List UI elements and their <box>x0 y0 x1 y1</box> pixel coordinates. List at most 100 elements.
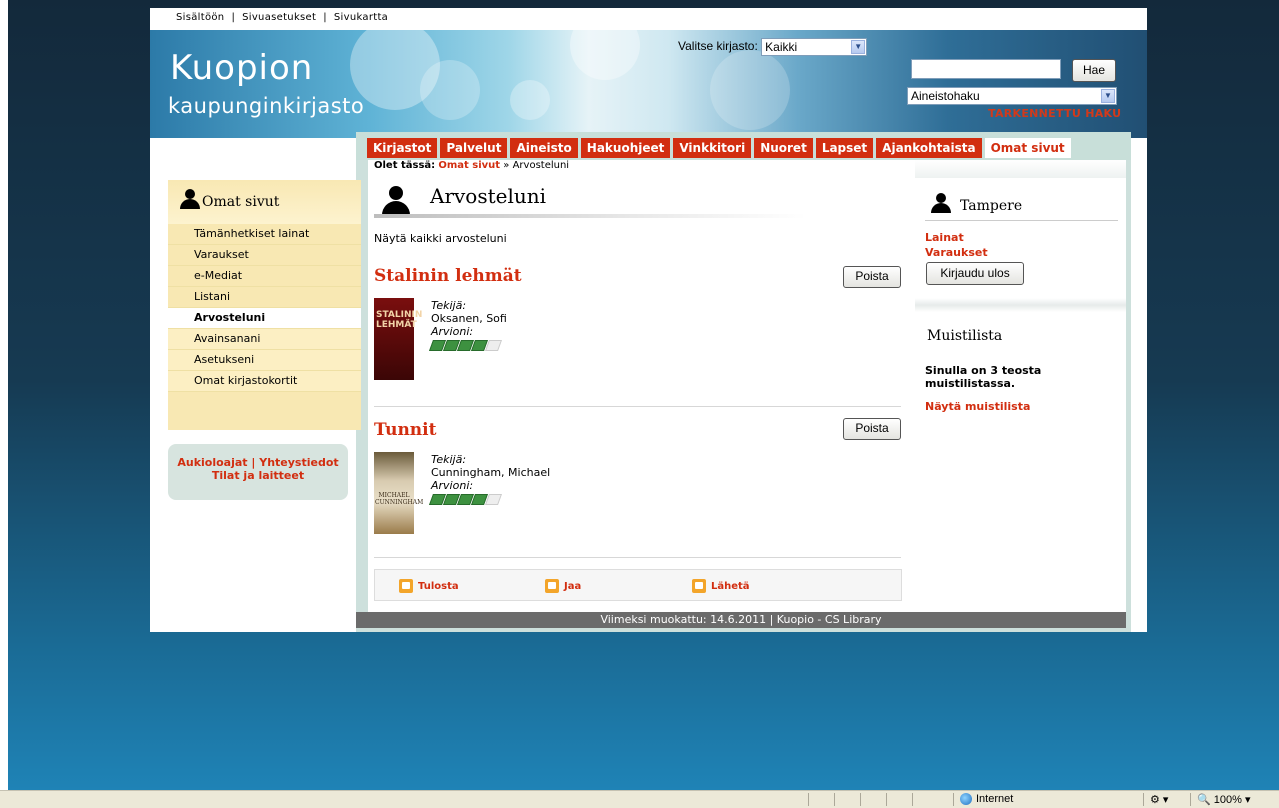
nav-aineisto[interactable]: Aineisto <box>510 138 578 158</box>
info-box: Aukioloajat | Yhteystiedot Tilat ja lait… <box>168 444 348 500</box>
nav-kirjastot[interactable]: Kirjastot <box>367 138 438 158</box>
sidebar-menu: Tämänhetkiset lainat Varaukset e-Mediat … <box>168 224 361 392</box>
page-title-box: Arvosteluni <box>374 180 806 220</box>
zoom-value: 100% <box>1213 794 1242 806</box>
window-edge <box>0 0 8 790</box>
nav-nuoret[interactable]: Nuoret <box>754 138 813 158</box>
review-item: Stalinin lehmät Poista STALININ LEHMÄT T… <box>374 266 901 386</box>
zoom-control[interactable]: 🔍 100% ▾ <box>1190 793 1277 806</box>
star-empty-icon <box>484 494 503 505</box>
book-cover-text: STALININ LEHMÄT <box>376 310 423 330</box>
review-divider <box>374 406 901 407</box>
print-label: Tulosta <box>418 581 459 592</box>
nav-ajankohtaista[interactable]: Ajankohtaista <box>876 138 982 158</box>
top-links: Sisältöön | Sivuasetukset | Sivukartta <box>176 12 389 23</box>
send-action[interactable]: Lähetä <box>692 579 750 593</box>
author-label: Tekijä: <box>431 299 467 312</box>
rating-label: Arvioni: <box>431 479 474 492</box>
delete-review-button[interactable]: Poista <box>843 266 901 288</box>
share-action[interactable]: Jaa <box>545 579 581 593</box>
protected-mode-icon: ⚙ ▾ <box>1150 794 1169 806</box>
zone-label: Internet <box>976 793 1014 805</box>
review-divider <box>374 557 901 558</box>
sidebar-item-reservations[interactable]: Varaukset <box>168 245 361 266</box>
toplink-settings[interactable]: Sivuasetukset <box>242 12 316 23</box>
logo-line1[interactable]: Kuopion <box>170 48 313 88</box>
nav-omat-sivut[interactable]: Omat sivut <box>984 138 1071 158</box>
nav-vinkkitori[interactable]: Vinkkitori <box>673 138 752 158</box>
breadcrumb-link[interactable]: Omat sivut <box>438 160 500 171</box>
send-label: Lähetä <box>711 581 750 592</box>
sidebar-item-library-cards[interactable]: Omat kirjastokortit <box>168 371 361 392</box>
user-name: Tampere <box>960 198 1023 214</box>
sidebar-item-lists[interactable]: Listani <box>168 287 361 308</box>
library-selector: Valitse kirjasto: Kaikki ▼ <box>678 38 868 56</box>
search-type-select[interactable]: Aineistohaku ▼ <box>907 87 1117 105</box>
reservations-link[interactable]: Varaukset <box>925 246 988 259</box>
toplink-sitemap[interactable]: Sivukartta <box>334 12 388 23</box>
main-nav: Kirjastot Palvelut Aineisto Hakuohjeet V… <box>367 138 1071 158</box>
book-cover-text: MICHAEL CUNNINGHAM <box>375 492 424 506</box>
sidebar-header: Omat sivut <box>168 180 361 224</box>
status-cell <box>912 793 953 806</box>
loans-link[interactable]: Lainat <box>925 231 964 244</box>
memo-link[interactable]: Näytä muistilista <box>925 400 1030 413</box>
book-cover[interactable]: MICHAEL CUNNINGHAM <box>374 452 424 534</box>
nav-palvelut[interactable]: Palvelut <box>440 138 508 158</box>
search-button[interactable]: Hae <box>1072 59 1116 82</box>
breadcrumb-separator: » <box>503 160 510 171</box>
show-all-reviews-link[interactable]: Näytä kaikki arvosteluni <box>374 232 507 245</box>
memo-title: Muistilista <box>927 328 1003 344</box>
right-separator <box>915 298 1126 312</box>
logout-button[interactable]: Kirjaudu ulos <box>926 262 1024 285</box>
library-select-value: Kaikki <box>765 40 798 54</box>
protected-mode[interactable]: ⚙ ▾ <box>1143 793 1190 806</box>
review-title[interactable]: Stalinin lehmät <box>374 266 522 286</box>
chevron-down-icon: ▼ <box>851 40 866 54</box>
library-select-label: Valitse kirjasto: <box>678 39 758 54</box>
review-title[interactable]: Tunnit <box>374 420 436 440</box>
sidebar-item-current-loans[interactable]: Tämänhetkiset lainat <box>168 224 361 245</box>
nav-lapset[interactable]: Lapset <box>815 138 874 158</box>
author-label: Tekijä: <box>431 453 467 466</box>
right-top-bar <box>915 160 1126 178</box>
breadcrumb: Olet tässä: Omat sivut » Arvosteluni <box>374 160 569 171</box>
review-item: Tunnit Poista MICHAEL CUNNINGHAM Tekijä:… <box>374 418 901 538</box>
rating-stars <box>428 494 550 505</box>
search-type-selector: Aineistohaku ▼ <box>907 87 1117 105</box>
status-bar: Internet ⚙ ▾ 🔍 100% ▾ <box>0 790 1279 808</box>
breadcrumb-current: Arvosteluni <box>512 160 570 171</box>
globe-icon <box>960 793 972 806</box>
book-cover[interactable]: STALININ LEHMÄT <box>374 298 423 380</box>
status-cell <box>834 793 860 806</box>
delete-review-button[interactable]: Poista <box>843 418 901 440</box>
sidebar-item-reviews[interactable]: Arvosteluni <box>168 308 361 329</box>
header-banner: Kuopion kaupunginkirjasto <box>150 30 1147 138</box>
zoom-icon: 🔍 <box>1197 794 1211 806</box>
sidebar-item-settings[interactable]: Asetukseni <box>168 350 361 371</box>
info-links-line2[interactable]: Tilat ja laitteet <box>168 469 348 482</box>
right-divider <box>925 220 1118 221</box>
main-content <box>368 160 920 612</box>
page-footer: Viimeksi muokattu: 14.6.2011 | Kuopio - … <box>356 612 1126 628</box>
share-icon <box>545 579 559 593</box>
chevron-down-icon: ▼ <box>1101 89 1115 103</box>
logo-line2[interactable]: kaupunginkirjasto <box>168 94 364 118</box>
toplink-skip[interactable]: Sisältöön <box>176 12 224 23</box>
search-type-value: Aineistohaku <box>911 89 980 103</box>
status-cell <box>886 793 912 806</box>
rating-stars <box>428 340 507 351</box>
sidebar-item-keywords[interactable]: Avainsanani <box>168 329 361 350</box>
print-action[interactable]: Tulosta <box>399 579 459 593</box>
breadcrumb-prefix: Olet tässä: <box>374 160 436 171</box>
search-input[interactable] <box>911 59 1061 79</box>
author-name: Cunningham, Michael <box>431 466 551 479</box>
review-meta: Tekijä: Cunningham, Michael Arvioni: <box>428 453 551 505</box>
nav-hakuohjeet[interactable]: Hakuohjeet <box>580 138 671 158</box>
review-meta: Tekijä: Oksanen, Sofi Arvioni: <box>428 299 507 351</box>
advanced-search-link[interactable]: TARKENNETTU HAKU <box>988 107 1121 120</box>
sidebar-item-emedia[interactable]: e-Mediat <box>168 266 361 287</box>
library-select[interactable]: Kaikki ▼ <box>761 38 868 56</box>
info-links-line1[interactable]: Aukioloajat | Yhteystiedot <box>168 444 348 469</box>
star-empty-icon <box>484 340 503 351</box>
